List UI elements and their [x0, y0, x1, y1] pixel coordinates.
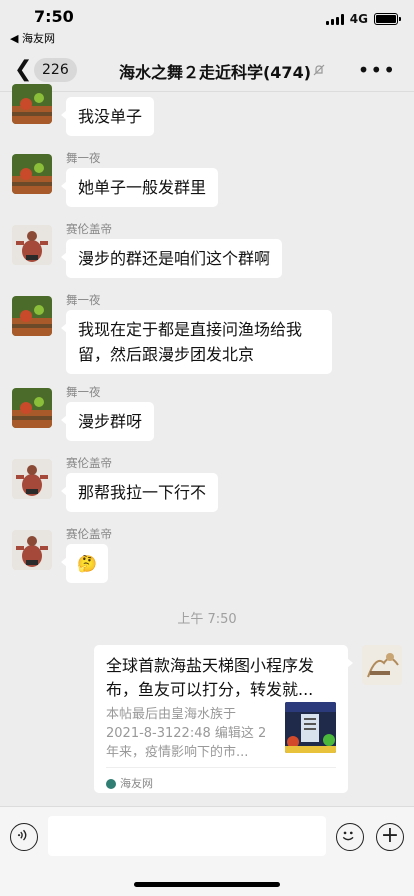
sender-name: 赛伦盖帝 [66, 222, 112, 236]
more-dots-icon[interactable]: ••• [358, 58, 396, 82]
back-to-app-link[interactable]: ◀ 海友网 [10, 30, 55, 46]
message-bubble[interactable]: 漫步的群还是咱们这个群啊 [60, 239, 283, 278]
sender-name: 赛伦盖帝 [66, 456, 112, 470]
link-card-description: 本帖最后由皇海水族于 2021-8-3122:48 编辑这 2 年来，疫情影响下… [106, 705, 281, 762]
my-avatar[interactable] [362, 645, 402, 685]
link-card-divider [106, 767, 336, 768]
bell-muted-icon [313, 64, 325, 76]
emoji-icon[interactable] [336, 823, 364, 851]
message-input[interactable] [48, 816, 326, 856]
message-bubble[interactable]: 我没单子 [60, 97, 155, 136]
network-label: 4G [349, 12, 368, 26]
message-bubble[interactable]: 我现在定于都是直接问渔场给我 留，然后跟漫步团发北京 [61, 310, 332, 374]
sender-name: 舞一夜 [66, 293, 101, 307]
chat-title: 海水之舞２走近科学(474) [118, 63, 312, 82]
home-indicator [134, 882, 280, 887]
message-text: 漫步群呀 [78, 412, 143, 431]
message-bubble[interactable]: 她单子一般发群里 [60, 168, 219, 207]
battery-icon [374, 13, 401, 25]
message-bubble[interactable]: 漫步群呀 [60, 402, 155, 441]
link-card-title: 全球首款海盐天梯图小程序发 布，鱼友可以打分，转发就... [106, 654, 336, 702]
sender-avatar[interactable] [12, 530, 52, 570]
source-name: 海友网 [120, 777, 153, 790]
status-time: 7:50 [34, 7, 74, 26]
chat-header: ❮ 226 海水之舞２走近科学(474) ••• [0, 48, 414, 92]
sender-avatar[interactable] [12, 388, 52, 428]
source-logo-icon [106, 779, 116, 789]
message-text-line: 留，然后跟漫步团发北京 [78, 345, 255, 364]
unread-count-badge[interactable]: 226 [34, 58, 77, 82]
sender-name: 舞一夜 [66, 385, 101, 399]
link-card-desc-line: 年来，疫情影响下的市... [106, 745, 249, 760]
message-bubble[interactable]: 那帮我拉一下行不 [60, 473, 219, 512]
status-bar: 7:50 ◀ 海友网 4G [0, 0, 414, 46]
link-card-title-line: 布，鱼友可以打分，转发就... [106, 680, 314, 699]
sender-name: 舞一夜 [66, 151, 101, 165]
message-text: 她单子一般发群里 [78, 178, 207, 197]
message-text: 漫步的群还是咱们这个群啊 [78, 249, 271, 268]
link-card-desc-line: 本帖最后由皇海水族于 [106, 707, 237, 722]
message-text-line: 我现在定于都是直接问渔场给我 [78, 320, 303, 339]
back-chevron-icon[interactable]: ❮ [14, 57, 32, 82]
voice-icon[interactable] [10, 823, 38, 851]
message-text: 我没单子 [78, 107, 143, 126]
sender-avatar[interactable] [12, 154, 52, 194]
link-card-title-line: 全球首款海盐天梯图小程序发 [106, 656, 315, 675]
link-card-thumbnail [285, 702, 336, 753]
thinking-emoji-icon: 🤔 [77, 554, 97, 573]
message-timestamp: 上午 7:50 [177, 612, 237, 627]
status-indicators: 4G [325, 12, 401, 26]
sender-avatar[interactable] [12, 84, 52, 124]
emoji-message-bubble[interactable]: 🤔 [61, 544, 108, 583]
sender-avatar[interactable] [12, 225, 52, 265]
sender-avatar[interactable] [12, 459, 52, 499]
signal-icon [325, 13, 344, 25]
sender-name: 赛伦盖帝 [66, 527, 112, 541]
link-card[interactable]: 全球首款海盐天梯图小程序发 布，鱼友可以打分，转发就... 本帖最后由皇海水族于… [94, 645, 353, 796]
plus-icon[interactable]: + [376, 823, 404, 851]
message-text: 那帮我拉一下行不 [78, 483, 207, 502]
link-card-desc-line: 2021-8-3122:48 编辑这 2 [106, 726, 267, 741]
sender-avatar[interactable] [12, 296, 52, 336]
link-card-source: 海友网 [106, 772, 153, 796]
